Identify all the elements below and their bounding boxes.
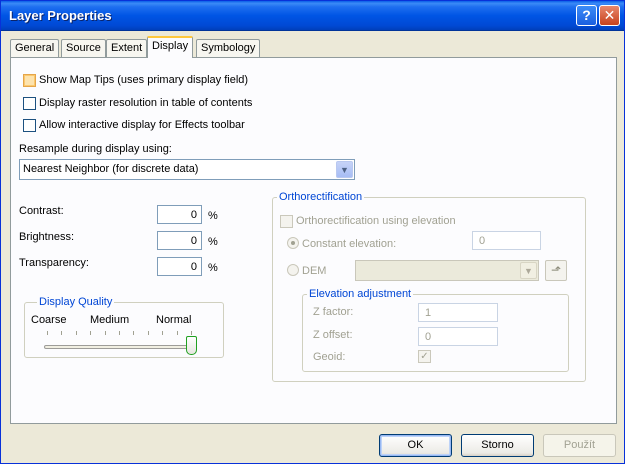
constant-elevation-radio[interactable]	[287, 237, 299, 249]
quality-normal-label: Normal	[156, 314, 192, 326]
ortho-elevation-label: Orthorectification using elevation	[296, 215, 456, 227]
close-icon: ✕	[603, 7, 616, 23]
resample-dropdown[interactable]: Nearest Neighbor (for discrete data) ▼	[19, 159, 355, 180]
dem-option[interactable]: DEM	[287, 264, 326, 277]
orthorectification-group: Orthorectification Orthorectification us…	[272, 191, 586, 382]
map-tips-label: Show Map Tips (uses primary display fiel…	[39, 74, 249, 86]
elevation-adjustment-title: Elevation adjustment	[307, 288, 414, 300]
resample-value: Nearest Neighbor (for discrete data)	[23, 163, 199, 175]
window-title: Layer Properties	[9, 8, 112, 23]
brightness-label: Brightness:	[19, 231, 75, 243]
ortho-elevation-checkbox[interactable]	[280, 214, 293, 228]
contrast-input[interactable]: 0	[157, 205, 202, 224]
z-factor-label: Z factor:	[313, 306, 354, 318]
slider-tick	[104, 331, 106, 335]
slider-tick	[47, 331, 48, 335]
ok-button[interactable]: OK	[379, 434, 452, 457]
display-quality-slider-thumb[interactable]	[186, 336, 197, 355]
slider-tick	[162, 331, 164, 335]
effects-toolbar-option[interactable]: Allow interactive display for Effects to…	[23, 118, 245, 132]
close-button[interactable]: ✕	[599, 5, 620, 26]
display-quality-group: Display Quality Coarse Medium Normal	[24, 296, 224, 358]
display-tab-panel: Show Map Tips (uses primary display fiel…	[10, 57, 617, 424]
tab-general[interactable]: General	[10, 39, 60, 58]
transparency-unit: %	[208, 262, 218, 274]
dem-radio[interactable]	[287, 264, 299, 276]
slider-tick	[90, 331, 92, 335]
raster-resolution-checkbox[interactable]	[23, 96, 36, 110]
slider-tick	[147, 331, 149, 335]
map-tips-option[interactable]: Show Map Tips (uses primary display fiel…	[23, 73, 248, 87]
chevron-down-icon[interactable]: ▼	[336, 161, 353, 178]
ortho-elevation-option[interactable]: Orthorectification using elevation	[280, 214, 456, 228]
z-offset-input[interactable]: 0	[418, 327, 498, 346]
apply-button[interactable]: Použít	[543, 434, 616, 457]
constant-elevation-label: Constant elevation:	[302, 238, 397, 250]
help-button[interactable]: ?	[576, 5, 597, 26]
geoid-checkbox[interactable]: ✓	[418, 350, 431, 363]
z-offset-label: Z offset:	[313, 329, 353, 341]
geoid-label: Geoid:	[313, 351, 346, 363]
contrast-label: Contrast:	[19, 205, 64, 217]
resample-label: Resample during display using:	[19, 143, 172, 155]
effects-toolbar-checkbox[interactable]	[23, 118, 36, 132]
tab-source[interactable]: Source	[61, 39, 106, 58]
raster-resolution-label: Display raster resolution in table of co…	[39, 97, 253, 109]
z-factor-input[interactable]: 1	[418, 303, 498, 322]
tab-extent[interactable]: Extent	[106, 39, 148, 58]
quality-medium-label: Medium	[90, 314, 130, 326]
quality-coarse-label: Coarse	[31, 314, 67, 326]
dem-dropdown[interactable]: ▼	[355, 260, 539, 281]
chevron-down-icon[interactable]: ▼	[520, 262, 537, 279]
slider-tick	[133, 331, 135, 335]
dem-label: DEM	[302, 265, 327, 277]
title-bar[interactable]: Layer Properties ? ✕	[1, 1, 624, 31]
elevation-adjustment-group: Elevation adjustment Z factor: 1 Z offse…	[302, 288, 569, 372]
slider-tick	[61, 331, 63, 335]
slider-tick	[191, 331, 192, 335]
display-quality-slider-track[interactable]	[44, 345, 194, 349]
open-folder-icon: ⬏	[550, 263, 562, 277]
tab-symbology[interactable]: Symbology	[196, 39, 261, 58]
open-folder-button[interactable]: ⬏	[545, 260, 567, 281]
raster-resolution-option[interactable]: Display raster resolution in table of co…	[23, 96, 252, 110]
orthorectification-title: Orthorectification	[277, 191, 365, 203]
cancel-button[interactable]: Storno	[461, 434, 534, 457]
slider-tick	[176, 331, 178, 335]
transparency-label: Transparency:	[19, 257, 89, 269]
slider-tick	[75, 331, 77, 335]
constant-elevation-input[interactable]: 0	[472, 231, 541, 250]
map-tips-checkbox[interactable]	[23, 73, 36, 87]
contrast-unit: %	[208, 210, 218, 222]
layer-properties-dialog: Layer Properties ? ✕ General Source Exte…	[0, 0, 625, 464]
slider-tick	[119, 331, 120, 335]
brightness-input[interactable]: 0	[157, 231, 202, 250]
display-quality-title: Display Quality	[37, 296, 115, 308]
transparency-input[interactable]: 0	[157, 257, 202, 276]
help-icon: ?	[582, 7, 591, 23]
tab-display[interactable]: Display	[147, 36, 194, 58]
brightness-unit: %	[208, 236, 218, 248]
effects-toolbar-label: Allow interactive display for Effects to…	[39, 119, 245, 131]
constant-elevation-option[interactable]: Constant elevation:	[287, 237, 396, 250]
